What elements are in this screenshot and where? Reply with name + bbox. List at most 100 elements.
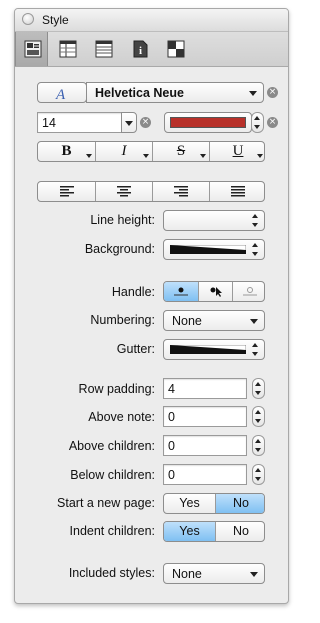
- italic-button[interactable]: I: [95, 142, 152, 161]
- row-padding-stepper[interactable]: [252, 378, 265, 399]
- clear-color-icon[interactable]: ×: [267, 117, 278, 128]
- alignment-segments: [37, 181, 265, 202]
- background-select[interactable]: [163, 239, 265, 260]
- row-padding-value: 4: [168, 382, 175, 396]
- font-size-value: 14: [42, 116, 56, 130]
- tab-columns[interactable]: [51, 32, 84, 66]
- below-children-stepper[interactable]: [252, 464, 265, 485]
- chevron-down-icon: [125, 121, 133, 126]
- above-note-label: Above note:: [88, 410, 155, 424]
- dropdown-indicator-icon: [143, 154, 149, 158]
- handle-hidden-option[interactable]: [232, 282, 264, 301]
- row-padding-field[interactable]: 4: [163, 378, 247, 399]
- window-title: Style: [42, 13, 69, 27]
- handle-segments: [163, 281, 265, 302]
- numbering-value: None: [172, 314, 202, 328]
- text-color-swatch: [170, 117, 246, 128]
- chevron-down-icon: [250, 319, 258, 324]
- rows-tab-icon: [95, 40, 113, 58]
- dropdown-indicator-icon: [86, 154, 92, 158]
- line-height-label: Line height:: [90, 213, 155, 227]
- handle-dot-icon: [174, 287, 188, 296]
- strikethrough-button[interactable]: S: [152, 142, 209, 161]
- dropdown-indicator-icon: [200, 154, 206, 158]
- start-new-page-no[interactable]: No: [215, 494, 264, 513]
- above-note-field[interactable]: 0: [163, 406, 247, 427]
- line-height-select[interactable]: [163, 210, 265, 231]
- gutter-label: Gutter:: [116, 342, 155, 356]
- handle-label: Handle:: [111, 285, 155, 299]
- font-family-select[interactable]: Helvetica Neue: [86, 82, 264, 103]
- above-children-label: Above children:: [68, 439, 155, 453]
- up-down-arrows-icon: [254, 116, 261, 129]
- indent-children-yes[interactable]: Yes: [164, 522, 215, 541]
- font-size-dropdown[interactable]: [121, 112, 137, 133]
- title-bar: Style: [15, 9, 288, 32]
- align-justify-icon: [231, 186, 245, 197]
- italic-label: I: [121, 143, 127, 159]
- start-new-page-segments: Yes No: [163, 493, 265, 514]
- above-note-stepper[interactable]: [252, 406, 265, 427]
- up-down-arrows-icon: [252, 343, 259, 356]
- tab-style[interactable]: [15, 32, 48, 66]
- text-color-well[interactable]: [164, 112, 252, 133]
- indent-children-label: Indent children:: [69, 524, 155, 538]
- text-style-segments: B I S U: [37, 141, 265, 162]
- background-label: Background:: [84, 242, 155, 256]
- align-justify-button[interactable]: [209, 182, 264, 201]
- handle-dot-option[interactable]: [164, 282, 198, 301]
- strikethrough-label: S: [176, 143, 186, 159]
- font-size-field[interactable]: 14: [37, 112, 125, 133]
- numbering-select[interactable]: None: [163, 310, 265, 331]
- clear-font-icon[interactable]: ×: [267, 87, 278, 98]
- align-left-button[interactable]: [38, 182, 95, 201]
- above-children-stepper[interactable]: [252, 435, 265, 456]
- row-padding-label: Row padding:: [78, 382, 155, 396]
- align-right-button[interactable]: [152, 182, 209, 201]
- up-down-arrows-icon: [255, 439, 262, 452]
- style-tab-icon: [24, 40, 42, 58]
- tab-info[interactable]: i: [123, 32, 156, 66]
- align-center-button[interactable]: [95, 182, 152, 201]
- tab-rows[interactable]: [87, 32, 120, 66]
- info-tab-icon: i: [133, 40, 148, 58]
- underline-label: U: [232, 143, 244, 159]
- bold-label: B: [61, 143, 72, 159]
- color-stepper[interactable]: [251, 112, 264, 133]
- up-down-arrows-icon: [252, 214, 259, 227]
- bold-button[interactable]: B: [38, 142, 95, 161]
- align-right-icon: [174, 186, 188, 197]
- below-children-field[interactable]: 0: [163, 464, 247, 485]
- above-children-field[interactable]: 0: [163, 435, 247, 456]
- close-button[interactable]: [22, 13, 34, 25]
- above-children-value: 0: [168, 439, 175, 453]
- tab-canvas[interactable]: [159, 32, 192, 66]
- handle-hollow-icon: [242, 287, 257, 296]
- align-center-icon: [117, 186, 131, 197]
- below-children-value: 0: [168, 468, 175, 482]
- handle-pointer-option[interactable]: [198, 282, 232, 301]
- svg-text:A: A: [55, 87, 66, 101]
- clear-size-icon[interactable]: ×: [140, 117, 151, 128]
- included-styles-select[interactable]: None: [163, 563, 265, 584]
- start-new-page-yes[interactable]: Yes: [164, 494, 215, 513]
- align-left-icon: [59, 186, 74, 197]
- font-family-value: Helvetica Neue: [95, 86, 184, 100]
- up-down-arrows-icon: [255, 382, 262, 395]
- dropdown-indicator-icon: [257, 154, 263, 158]
- start-new-page-label: Start a new page:: [57, 496, 155, 510]
- gutter-select[interactable]: [163, 339, 265, 360]
- indent-children-no[interactable]: No: [215, 522, 264, 541]
- up-down-arrows-icon: [255, 468, 262, 481]
- gutter-gradient-icon: [170, 345, 246, 354]
- underline-button[interactable]: U: [209, 142, 264, 161]
- style-inspector-panel: Style i A Helvetica Neue × 14 × × B I S …: [14, 8, 289, 604]
- font-picker-button[interactable]: A: [37, 82, 87, 103]
- included-styles-label: Included styles:: [68, 566, 155, 580]
- svg-text:i: i: [139, 45, 142, 57]
- up-down-arrows-icon: [252, 243, 259, 256]
- inspector-toolbar: i: [15, 32, 288, 67]
- canvas-tab-icon: [167, 40, 185, 58]
- up-down-arrows-icon: [255, 410, 262, 423]
- chevron-down-icon: [249, 91, 257, 96]
